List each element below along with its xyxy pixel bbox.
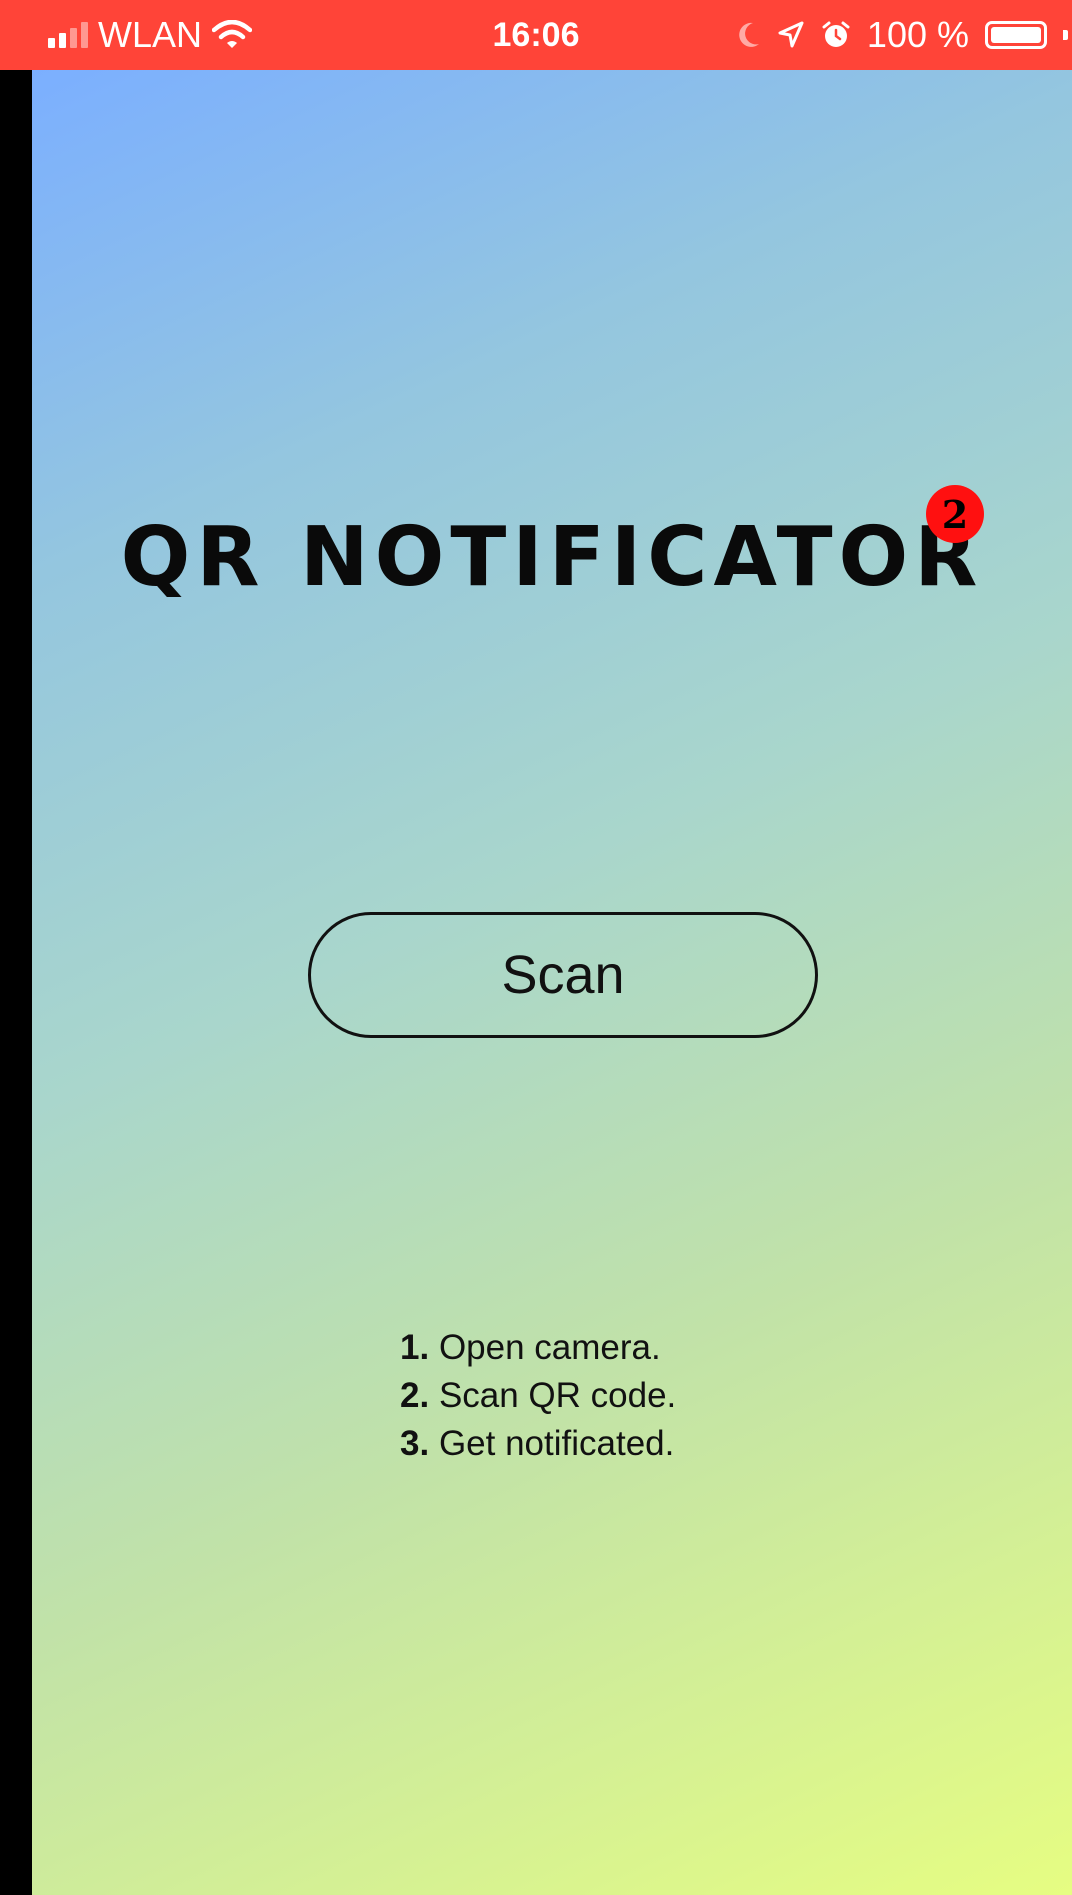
app-title: QR NOTIFICATOR	[120, 510, 984, 605]
step-text: Scan QR code.	[438, 1376, 677, 1415]
wifi-icon	[212, 20, 253, 48]
location-arrow-icon	[778, 21, 804, 48]
alarm-icon	[822, 21, 850, 47]
notification-badge: 2	[926, 485, 984, 543]
status-bar: WLAN 16:06 100 %	[0, 0, 1072, 70]
scan-button[interactable]: Scan	[308, 912, 818, 1038]
app-content: QR NOTIFICATOR 2 Scan 1. Open camera. 2.…	[32, 70, 1072, 1895]
carrier-label: WLAN	[98, 14, 203, 55]
moon-icon	[739, 22, 759, 47]
step-text: Open camera.	[438, 1328, 661, 1367]
instructions-list: 1. Open camera. 2. Scan QR code. 3. Get …	[400, 1324, 676, 1468]
status-bar-right: 100 %	[735, 0, 1072, 70]
step-number: 2.	[400, 1376, 430, 1415]
step-number: 1.	[400, 1328, 430, 1367]
instruction-step: 3. Get notificated.	[400, 1420, 676, 1468]
battery-percent: 100 %	[866, 14, 969, 55]
step-text: Get notificated.	[438, 1424, 675, 1463]
status-bar-left: WLAN	[48, 0, 253, 70]
instruction-step: 1. Open camera.	[400, 1324, 676, 1372]
signal-bars-icon	[48, 22, 88, 48]
instruction-step: 2. Scan QR code.	[400, 1372, 676, 1420]
battery-cap	[1063, 30, 1068, 40]
step-number: 3.	[400, 1424, 430, 1463]
battery-icon	[985, 21, 1047, 49]
phone-screen: WLAN 16:06 100 % QR NOTIFICATOR 2 Scan 1…	[0, 0, 1072, 1895]
